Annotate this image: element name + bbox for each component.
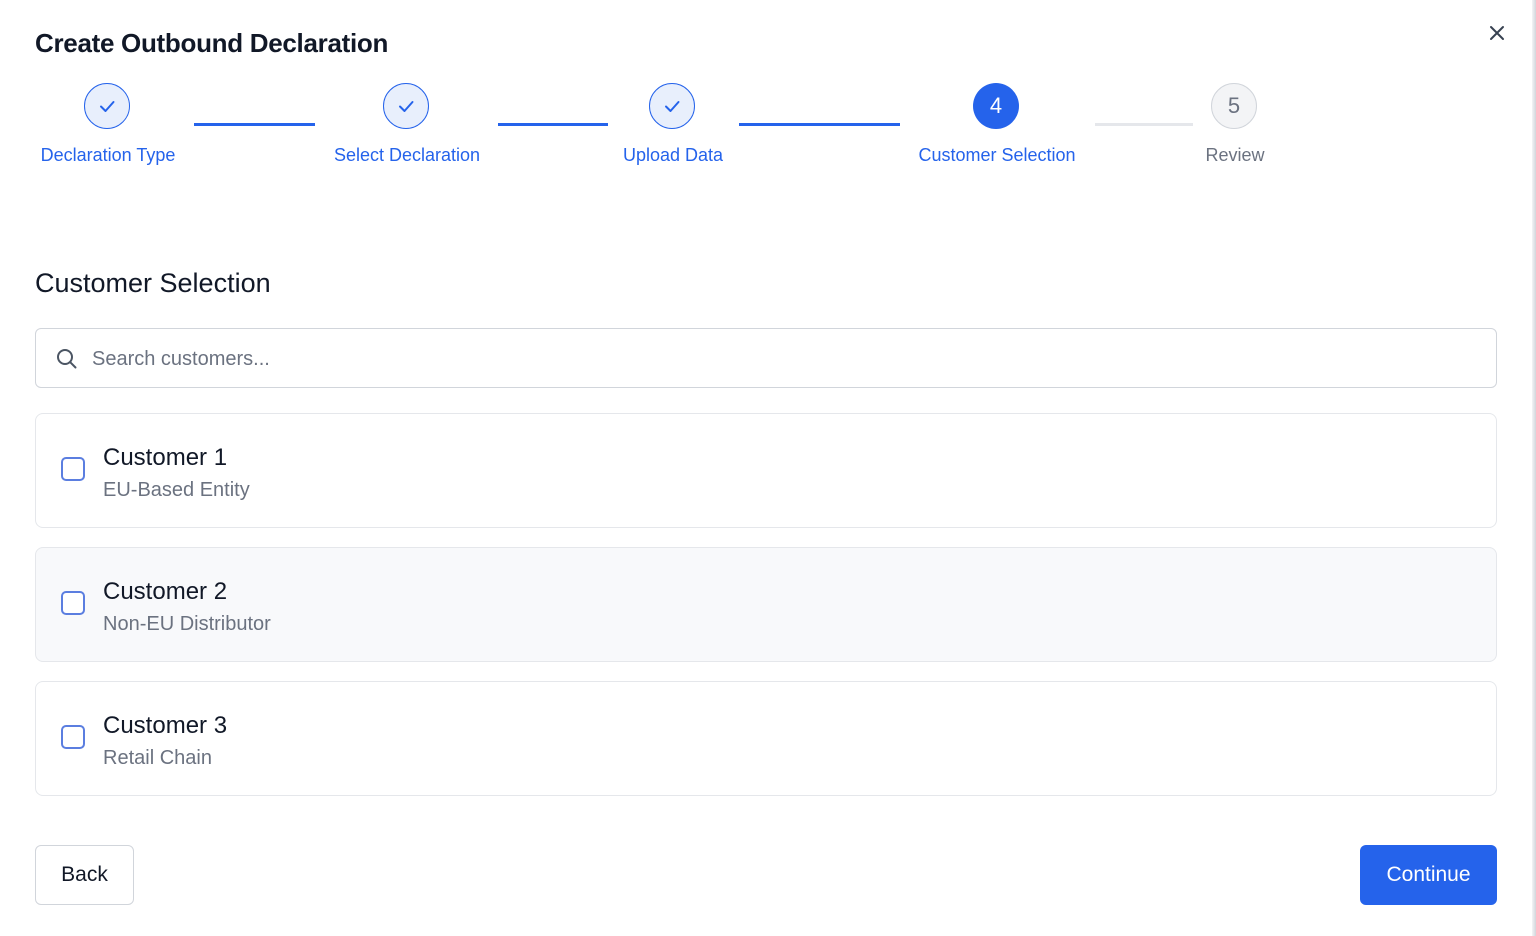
step-connector-2	[498, 123, 608, 126]
customer-description: Non-EU Distributor	[103, 613, 271, 635]
step-connector-1	[194, 123, 315, 126]
step-connector-4	[1095, 123, 1193, 126]
customer-1-checkbox[interactable]	[61, 457, 85, 481]
customer-card-1[interactable]: Customer 1 EU-Based Entity	[35, 413, 1497, 528]
dialog-title: Create Outbound Declaration	[35, 28, 389, 58]
section-title: Customer Selection	[35, 268, 271, 298]
customer-name: Customer 3	[103, 712, 228, 739]
step-5-label: Review	[1205, 145, 1265, 165]
customer-card-3[interactable]: Customer 3 Retail Chain	[35, 681, 1497, 796]
step-connector-3	[739, 123, 900, 126]
customer-3-checkbox[interactable]	[61, 725, 85, 749]
customer-card-2[interactable]: Customer 2 Non-EU Distributor	[35, 547, 1497, 662]
check-icon	[665, 101, 680, 112]
window-edge	[1532, 0, 1536, 936]
step-4-circle: 4	[973, 83, 1019, 129]
step-4-label: Customer Selection	[918, 145, 1076, 165]
step-2-circle	[383, 83, 429, 129]
customer-description: Retail Chain	[103, 747, 212, 769]
search-icon	[57, 349, 77, 369]
customer-name: Customer 2	[103, 578, 228, 605]
close-button[interactable]	[1484, 20, 1510, 46]
continue-button[interactable]: Continue	[1360, 845, 1497, 905]
step-3-circle	[649, 83, 695, 129]
check-icon	[100, 101, 115, 112]
step-3-label: Upload Data	[622, 145, 724, 165]
search-input[interactable]	[90, 329, 1474, 389]
customer-2-checkbox[interactable]	[61, 591, 85, 615]
check-icon	[399, 101, 414, 112]
back-button[interactable]: Back	[35, 845, 134, 905]
step-2-label: Select Declaration	[333, 145, 481, 165]
step-5-circle: 5	[1211, 83, 1257, 129]
customer-name: Customer 1	[103, 444, 228, 471]
step-1-circle	[84, 83, 130, 129]
close-icon	[1490, 26, 1504, 40]
search-box	[35, 328, 1497, 389]
step-1-label: Declaration Type	[40, 145, 176, 165]
customer-description: EU-Based Entity	[103, 479, 250, 501]
